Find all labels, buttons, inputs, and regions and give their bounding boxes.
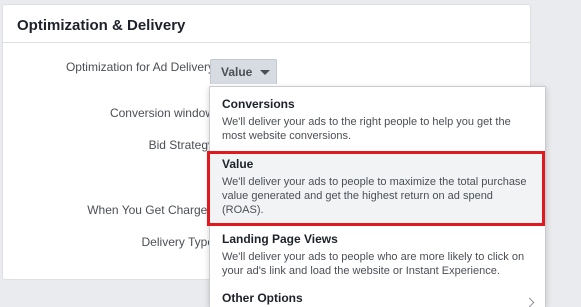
caret-down-icon <box>260 69 271 75</box>
option-description: We'll deliver your ads to people to maxi… <box>222 176 527 216</box>
option-title: Other Options <box>222 291 303 305</box>
bid-strategy-label: Bid Strategy <box>148 138 214 152</box>
optimization-dropdown-menu: Conversions We'll deliver your ads to th… <box>209 86 546 307</box>
option-title: Conversions <box>222 97 295 111</box>
conversion-window-label: Conversion window <box>109 106 214 120</box>
option-value[interactable]: Value We'll deliver your ads to people t… <box>210 154 545 226</box>
option-other-options[interactable]: Other Options <box>210 291 545 307</box>
option-title: Landing Page Views <box>222 232 338 246</box>
option-title: Value <box>222 157 254 171</box>
when-charged-label: When You Get Charged <box>87 203 214 217</box>
option-description: We'll deliver your ads to the right peop… <box>222 116 511 142</box>
when-charged-label-row: When You Get Charged i <box>87 203 229 217</box>
option-conversions[interactable]: Conversions We'll deliver your ads to th… <box>210 97 545 143</box>
panel-header: Optimization & Delivery <box>3 5 530 43</box>
delivery-type-label: Delivery Type <box>141 235 214 249</box>
optimization-label: Optimization for Ad Delivery <box>65 60 214 74</box>
optimization-select-button[interactable]: Value <box>210 59 277 84</box>
option-landing-page-views[interactable]: Landing Page Views We'll deliver your ad… <box>210 232 545 278</box>
optimization-label-row: Optimization for Ad Delivery i <box>66 60 229 74</box>
optimization-select-value: Value <box>221 65 253 79</box>
panel-title: Optimization & Delivery <box>17 17 186 34</box>
option-description: We'll deliver your ads to people who are… <box>222 251 525 277</box>
